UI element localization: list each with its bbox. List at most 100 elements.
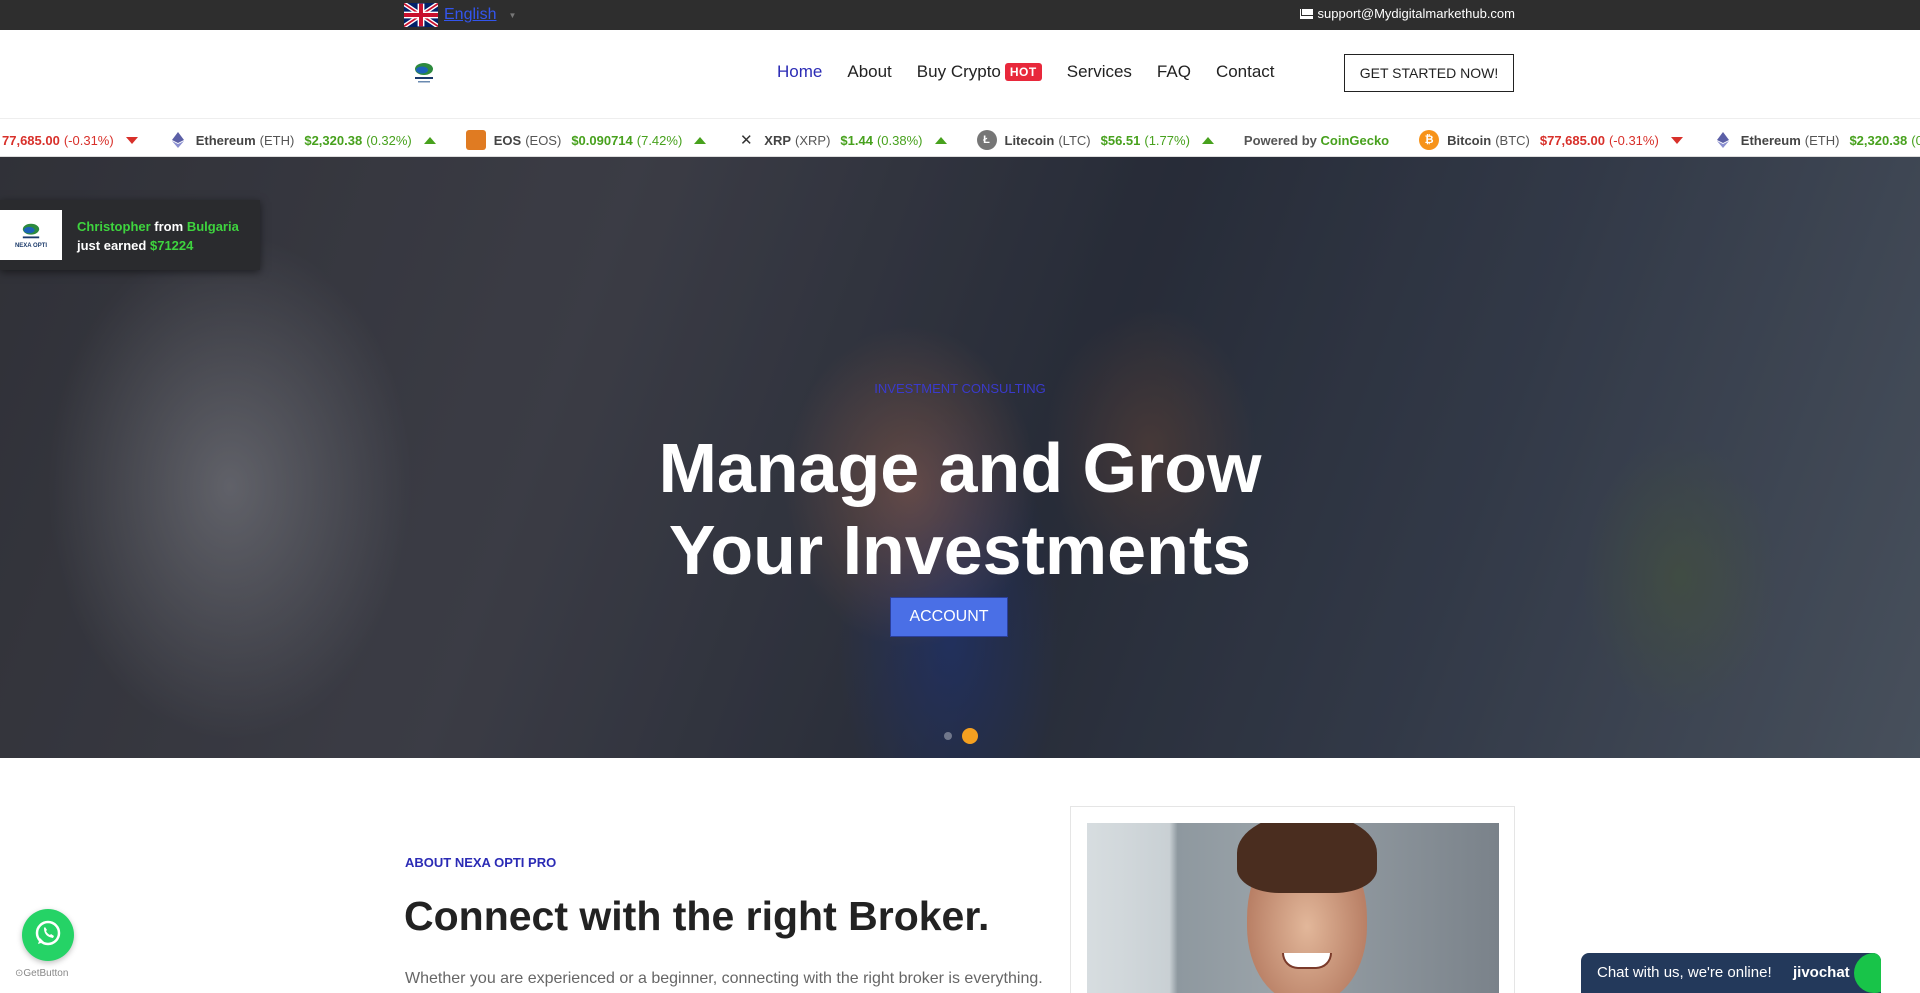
ticker-name: Ethereum [1740,132,1801,148]
trend-down-icon [125,136,138,144]
getbutton-label[interactable]: GetButton [23,968,68,979]
ticker-track: 77,685.00 (-0.31%) Ethereum (ETH) $2,320… [0,130,1920,150]
get-started-button[interactable]: GET STARTED NOW! [1344,54,1514,92]
ticker-price: 77,685.00 [2,132,60,148]
ticker-price: $0.090714 [571,132,633,148]
hero-eyebrow: INVESTMENT CONSULTING [874,381,1046,396]
ticker-item-eos[interactable]: EOS (EOS) $0.090714 (7.42%) [465,130,707,150]
ticker-name: XRP [764,132,792,148]
ticker-symbol: (ETH) [1804,132,1840,148]
hero-slider: INVESTMENT CONSULTING Manage and Grow Yo… [0,157,1920,758]
notification-logo: NEXA OPTI [0,210,62,260]
support-email[interactable]: support@Mydigitalmarkethub.com [1299,6,1515,21]
jivochat-brand: jivochat [1793,964,1850,981]
nav-home[interactable]: Home [777,62,822,82]
ticker-item-xrp[interactable]: ✕ XRP (XRP) $1.44 (0.38%) [736,130,947,150]
nav-buy-crypto[interactable]: Buy Crypto HOT [917,62,1042,82]
notification-name: Christopher [77,219,151,234]
ethereum-icon [1713,130,1733,150]
crypto-ticker: 77,685.00 (-0.31%) Ethereum (ETH) $2,320… [0,118,1920,157]
broker-photo [1087,823,1499,993]
ticker-change: (7.42%) [636,132,683,148]
ticker-change: (-0.31%) [63,132,114,148]
ticker-change: (0.32%) [366,132,412,148]
ticker-symbol: (BTC) [1495,132,1530,148]
notification-logo-text: NEXA OPTI [14,243,48,249]
notification-amount: $71224 [149,238,194,253]
ticker-symbol: (ETH) [259,132,295,148]
site-header: Home About Buy Crypto HOT Services FAQ C… [0,30,1920,118]
nav-faq[interactable]: FAQ [1157,62,1191,82]
ticker-item-btc[interactable]: ₿ Bitcoin (BTC) $77,685.00 (-0.31%) [1419,130,1683,150]
earnings-notification[interactable]: NEXA OPTI Christopher from Bulgaria just… [0,200,260,270]
hot-badge: HOT [1004,63,1042,81]
top-bar: English ▼ support@Mydigitalmarkethub.com [0,0,1920,30]
notification-from: from [154,219,184,234]
ticker-item-ltc[interactable]: Ł Litecoin (LTC) $56.51 (1.77%) [976,130,1214,150]
ticker-price: $77,685.00 [1539,132,1605,148]
about-eyebrow: ABOUT NEXA OPTI PRO [405,855,557,870]
account-button[interactable]: ACCOUNT [890,597,1008,637]
ticker-name: EOS [493,132,522,148]
ticker-item-btc-partial[interactable]: 77,685.00 (-0.31%) [0,133,138,148]
trend-up-icon [934,136,947,144]
chat-bubble-icon[interactable] [1854,953,1881,993]
eos-icon [465,130,486,150]
whatsapp-button[interactable] [22,909,74,961]
powered-by[interactable]: Powered by CoinGecko [1244,133,1389,148]
envelope-icon [1299,8,1313,19]
trend-up-icon [1201,136,1214,144]
whatsapp-icon [33,918,63,953]
notification-country: Bulgaria [186,219,239,234]
ticker-price: $56.51 [1100,132,1141,148]
bitcoin-icon: ₿ [1419,130,1440,150]
ticker-symbol: (EOS) [525,132,562,148]
getbutton-credit[interactable]: ⊙GetButton [15,968,68,979]
ticker-item-eth[interactable]: Ethereum (ETH) $2,320.38 (0.32%) [168,130,436,150]
language-label[interactable]: English [444,6,496,24]
nav-services[interactable]: Services [1067,62,1132,82]
slider-dot-2[interactable] [962,728,978,744]
ethereum-icon [168,130,188,150]
ticker-symbol: (XRP) [795,132,831,148]
xrp-icon: ✕ [740,132,753,149]
trend-up-icon [694,136,707,144]
hero-title: Manage and Grow Your Investments [0,427,1920,591]
ticker-name: Ethereum [195,132,256,148]
litecoin-icon: Ł [976,130,997,150]
ticker-name: Bitcoin [1447,132,1492,148]
main-nav: Home About Buy Crypto HOT Services FAQ C… [777,62,1275,82]
support-email-text[interactable]: support@Mydigitalmarkethub.com [1318,6,1515,21]
chevron-down-icon[interactable]: ▼ [508,11,516,20]
ticker-item-eth-2[interactable]: Ethereum (ETH) $2,320.38 (0.32%) [1713,130,1920,150]
chat-message[interactable]: Chat with us, we're online! [1597,964,1772,981]
ticker-name: Litecoin [1004,132,1055,148]
broker-hair [1237,823,1377,893]
trend-up-icon [423,136,436,144]
language-selector[interactable]: English ▼ [404,3,516,27]
hero-title-line1: Manage and Grow [658,429,1262,507]
trend-down-icon [1670,136,1683,144]
ticker-symbol: (LTC) [1058,132,1091,148]
nexa-opti-pro-logo[interactable] [410,58,438,86]
nav-buy-crypto-label[interactable]: Buy Crypto [917,62,1001,82]
coingecko-link[interactable]: CoinGecko [1321,133,1390,148]
ticker-price: $1.44 [840,132,873,148]
about-title: Connect with the right Broker. [404,893,990,939]
broker-photo-card [1070,806,1515,993]
uk-flag-icon [404,3,438,27]
slider-dots [944,728,978,744]
ticker-change: (0.32%) [1911,132,1920,148]
slider-dot-1[interactable] [944,732,952,740]
notification-earned: just earned [77,238,147,253]
nav-about[interactable]: About [847,62,891,82]
ticker-price: $2,320.38 [1849,132,1908,148]
hero-title-line2: Your Investments [668,511,1252,589]
ticker-change: (-0.31%) [1608,132,1659,148]
about-text: Whether you are experienced or a beginne… [405,970,1043,987]
nav-contact[interactable]: Contact [1216,62,1275,82]
ticker-change: (0.38%) [876,132,923,148]
powered-prefix: Powered by [1243,132,1317,148]
jivochat-widget[interactable]: Chat with us, we're online! jivochat [1581,953,1881,993]
ticker-change: (1.77%) [1144,132,1190,148]
